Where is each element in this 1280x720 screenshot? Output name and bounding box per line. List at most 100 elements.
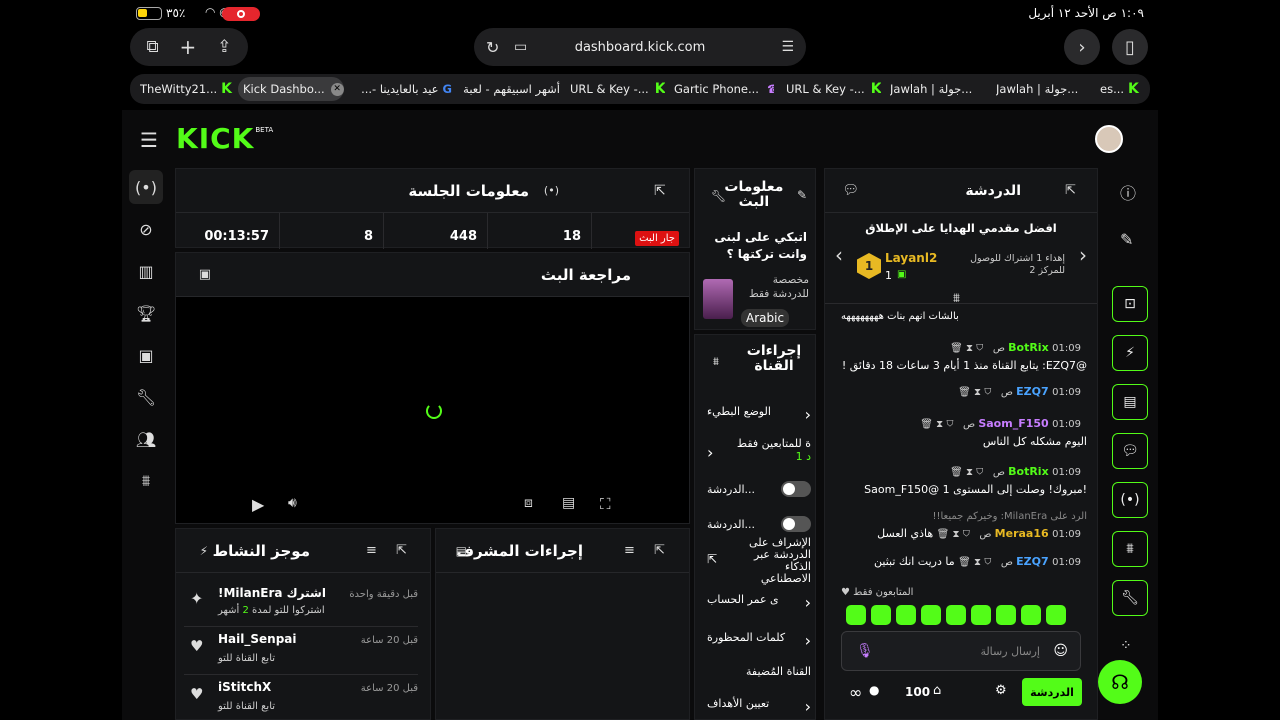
stream-info-panel: 🔧︎ معلومات البث ✎ اتبكي على لبنى وانت تر… <box>694 168 816 330</box>
more-icon[interactable]: ⁘ <box>1120 638 1132 654</box>
hamburger-menu-icon[interactable]: ☰ <box>140 128 158 152</box>
mod-action-icons[interactable]: ⛉ ⧗ 🗑︎ <box>950 467 983 478</box>
emote-bar[interactable] <box>841 605 1091 625</box>
kick-logo[interactable]: KICK BETA <box>176 122 273 155</box>
emote[interactable] <box>946 605 966 625</box>
fullscreen-icon[interactable]: ⛶ <box>600 495 611 513</box>
screenshot-tool-button[interactable]: ⊡ <box>1112 286 1148 322</box>
play-icon[interactable]: ▶ <box>252 495 264 514</box>
expand-icon[interactable]: ⇱ <box>396 543 407 558</box>
mod-action-icons[interactable]: ⛉ ⧗ 🗑︎ <box>958 387 991 398</box>
tab-url-key-2[interactable]: URL & Key -... K <box>786 77 881 101</box>
notes-tool-button[interactable]: ▤ <box>1112 384 1148 420</box>
emote[interactable] <box>971 605 991 625</box>
analytics-icon[interactable]: ▥ <box>129 254 163 288</box>
lightning-tool-button[interactable]: ⚡︎ <box>1112 335 1148 371</box>
toggle-switch[interactable] <box>781 481 811 497</box>
mod-action-icons[interactable]: ⛉ ⧗ 🗑︎ <box>920 419 953 430</box>
theater-icon[interactable]: ▤ <box>562 495 575 511</box>
screen-record-indicator <box>222 7 260 21</box>
action-host-channel[interactable]: القناة المُضيفة <box>707 665 811 678</box>
info-icon[interactable]: ⓘ <box>1120 180 1136 204</box>
new-tab-icon[interactable]: + <box>180 35 197 59</box>
broadcast-icon[interactable]: (•) <box>129 170 163 204</box>
tab-jawlah-1[interactable]: Jawlah | جولة... <box>890 77 990 101</box>
shop-icon[interactable]: ⌂ <box>933 683 941 698</box>
edit-icon[interactable]: ✎ <box>797 188 807 202</box>
settings-icon[interactable]: ⚙ <box>995 683 1007 698</box>
tab-es[interactable]: es... K <box>1100 77 1146 101</box>
expand-icon[interactable]: ⇱ <box>654 183 666 199</box>
tabs-overview-icon[interactable]: ⧉ <box>146 37 158 57</box>
tab-kick-dashboard[interactable]: Kick Dashbo... ✕ <box>238 77 344 101</box>
action-slow-mode[interactable]: ‹ الوضع البطيء <box>707 405 811 424</box>
trophy-icon[interactable]: 🏆︎ <box>129 296 163 330</box>
chat-tool-button[interactable]: 💬︎ <box>1112 433 1148 469</box>
top-gifters-title: افضل مقدمي الهدايا على الإطلاق <box>865 221 1057 235</box>
url-text[interactable]: dashboard.kick.com <box>474 40 806 55</box>
link-icon[interactable]: ⊘ <box>129 212 163 246</box>
action-chat-toggle-2[interactable]: ...الدردشة <box>707 516 811 532</box>
emote[interactable] <box>1046 605 1066 625</box>
sidebar-toggle-button[interactable]: ▯ <box>1112 29 1148 65</box>
community-icon[interactable]: ⩩ <box>129 464 163 498</box>
emote[interactable] <box>996 605 1016 625</box>
wrench-tool-button[interactable]: 🔧︎ <box>1112 580 1148 616</box>
address-bar[interactable]: ↻ ▭ dashboard.kick.com ☰ <box>474 28 806 66</box>
channel-actions-title: إجراءات القناة <box>746 343 802 374</box>
emote[interactable] <box>1021 605 1041 625</box>
mod-action-icons[interactable]: ⛉ ⧗ 🗑︎ <box>937 529 970 540</box>
left-sidebar: (•) ⊘ ▥ 🏆︎ ▣ 🔧︎ 👥︎ ⩩ <box>122 165 170 720</box>
user-avatar[interactable] <box>1095 125 1123 153</box>
wrench-icon[interactable]: 🔧︎ <box>129 380 163 414</box>
mod-action-icons[interactable]: ⛉ ⧗ 🗑︎ <box>950 343 983 354</box>
microphone-icon[interactable]: 🎙︎ <box>856 643 874 659</box>
users-icon[interactable]: 👥︎ <box>129 422 163 456</box>
action-goals[interactable]: ‹ تعيين الأهداف <box>707 697 811 716</box>
tab-game[interactable]: أشهر اسبيقهم - لعبة تـ... <box>460 77 560 101</box>
video-icon[interactable]: ▣ <box>129 338 163 372</box>
emote[interactable] <box>896 605 916 625</box>
action-chat-toggle-1[interactable]: ...الدردشة <box>707 481 811 497</box>
emote[interactable] <box>921 605 941 625</box>
edit-icon[interactable]: ✎ <box>1120 230 1133 249</box>
channel-actions-header: ⩩ إجراءات القناة <box>705 341 809 377</box>
chevron-left-icon[interactable]: ‹ <box>835 243 843 267</box>
send-chat-button[interactable]: الدردشة <box>1022 678 1082 706</box>
mod-action-icons[interactable]: ⛉ ⧗ 🗑︎ <box>958 557 991 568</box>
emote[interactable] <box>871 605 891 625</box>
chevron-right-icon[interactable]: › <box>1079 243 1087 267</box>
rank-badge: 1 <box>857 253 881 279</box>
stream-title: اتبكي على لبنى وانت تركتها ؟ <box>714 230 807 261</box>
action-ai-moderation[interactable]: الإشراف على الدردشة عبر الذكاء الاصطناعي… <box>707 537 811 585</box>
emoji-icon[interactable]: ☺ <box>1053 643 1068 659</box>
emote[interactable] <box>846 605 866 625</box>
volume-icon[interactable]: 🔊︎ <box>288 495 297 511</box>
chat-input[interactable]: 🎙︎ إرسال رسالة ☺ <box>841 631 1081 671</box>
forward-button[interactable]: › <box>1064 29 1100 65</box>
tab-eid[interactable]: G عيد بالعايدينا -... <box>352 77 452 101</box>
expand-icon[interactable]: ⇱ <box>1065 183 1076 198</box>
expand-icon[interactable]: ⇱ <box>654 543 665 558</box>
close-tab-icon[interactable]: ✕ <box>330 82 344 96</box>
toggle-switch[interactable] <box>781 516 811 532</box>
tab-url-key-1[interactable]: URL & Key -... K <box>570 77 665 101</box>
tab-gartic[interactable]: Gartic Phone...☎ <box>674 77 774 101</box>
action-banned-words[interactable]: ‹ كلمات المحظورة <box>707 631 811 650</box>
broadcast-tool-button[interactable]: (•) <box>1112 482 1148 518</box>
pip-icon[interactable]: ⧈ <box>524 495 533 511</box>
page-menu-icon[interactable]: ☰ <box>781 39 794 55</box>
tab-jawlah-2[interactable]: Jawlah | جولة... <box>996 77 1096 101</box>
tab-thewitty[interactable]: TheWitty21... K <box>140 77 240 101</box>
stream-info-title: معلومات البث <box>724 179 784 210</box>
review-header: مراجعة البث ▣ <box>176 253 689 297</box>
battery-percent: ٣٥٪ <box>166 6 186 20</box>
google-favicon: G <box>442 82 452 96</box>
filter-icon[interactable]: ≡ <box>366 543 377 558</box>
action-followers-only[interactable]: ة للمتابعين فقط د 1 ‹ <box>707 437 811 463</box>
share-icon[interactable]: ⇪ <box>217 37 231 57</box>
action-account-age[interactable]: ‹ ى عمر الحساب <box>707 593 811 612</box>
actions-tool-button[interactable]: ⩩ <box>1112 531 1148 567</box>
filter-icon[interactable]: ≡ <box>624 543 635 558</box>
support-button[interactable]: ☊ <box>1098 660 1142 704</box>
